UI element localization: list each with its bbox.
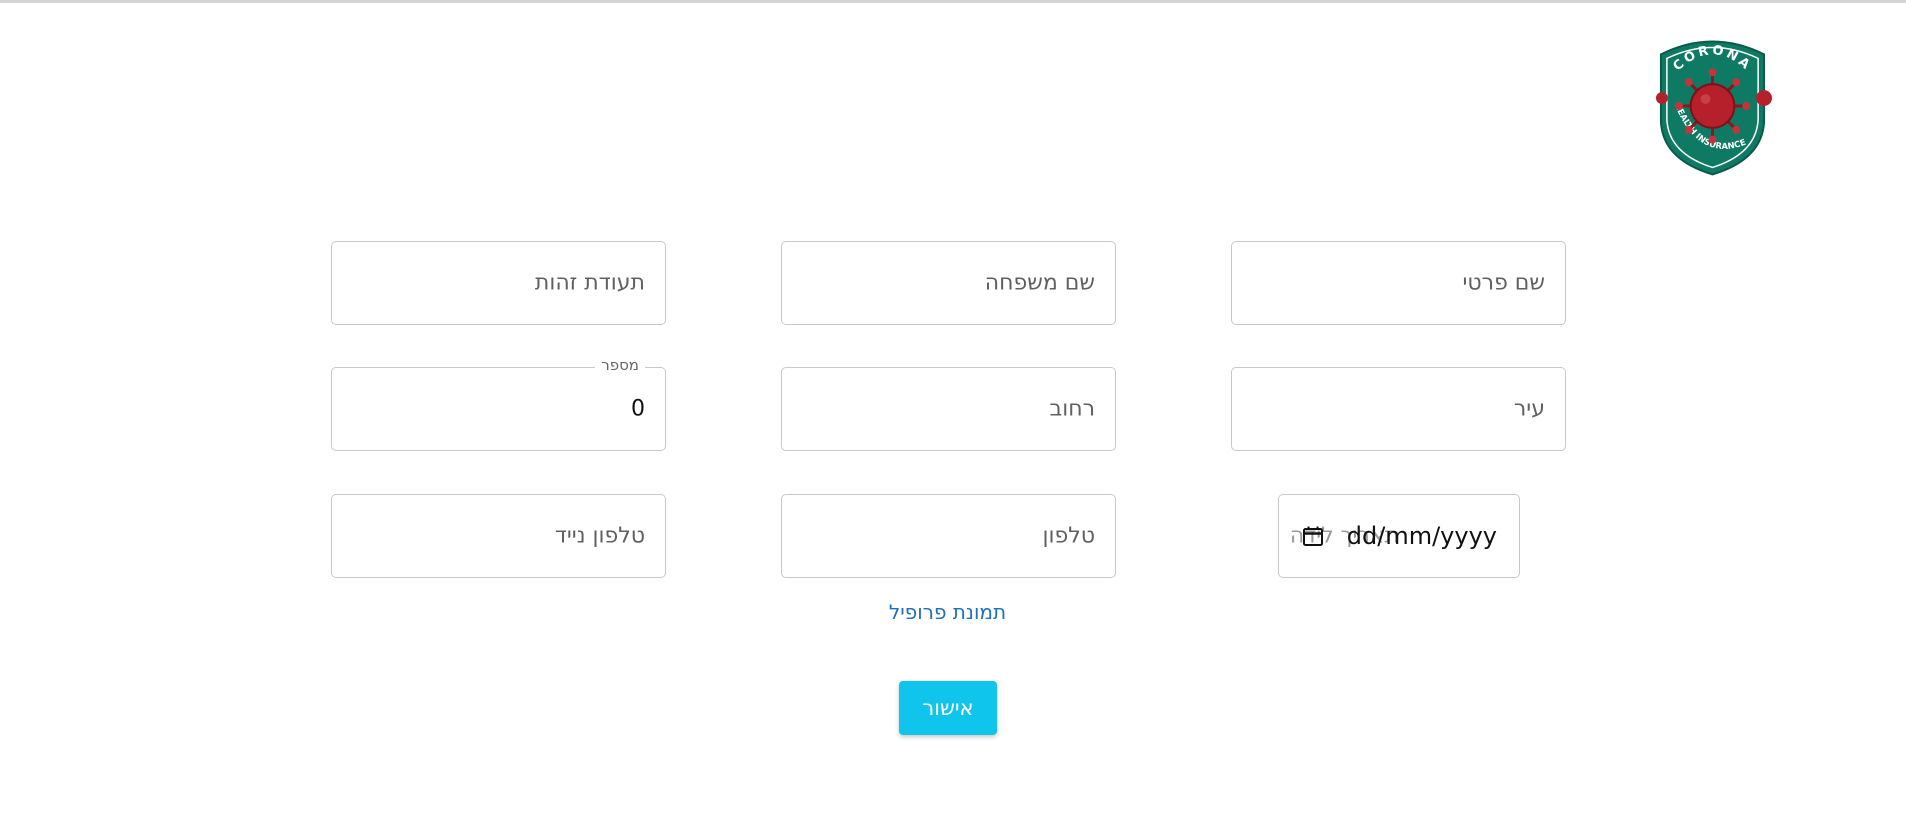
house-number-value: 0 [631, 396, 645, 422]
street-placeholder: רחוב [1049, 396, 1095, 422]
first-name-placeholder: שם פרטי [1462, 270, 1545, 296]
last-name-placeholder: שם משפחה [984, 270, 1095, 296]
mobile-phone-placeholder: טלפון נייד [554, 523, 645, 549]
top-border [0, 0, 1906, 3]
profile-picture-link[interactable]: תמונת פרופיל [840, 600, 1055, 624]
street-field[interactable]: רחוב [781, 367, 1116, 451]
city-placeholder: עיר [1513, 396, 1545, 422]
birth-date-field[interactable]: תאריך לידה dd/mm/yyyy [1278, 494, 1520, 578]
house-number-field[interactable]: מספר 0 [331, 356, 666, 451]
house-number-label: מספר [595, 356, 645, 374]
phone-field[interactable]: טלפון [781, 494, 1116, 578]
mobile-phone-field[interactable]: טלפון נייד [331, 494, 666, 578]
id-number-field[interactable]: תעודת זהות [331, 241, 666, 325]
city-field[interactable]: עיר [1231, 367, 1566, 451]
submit-button[interactable]: אישור [899, 681, 997, 735]
phone-placeholder: טלפון [1042, 523, 1096, 549]
birth-date-value: dd/mm/yyyy [1346, 522, 1497, 550]
corona-health-insurance-logo: CORONA HEALTH INSURANCE [1655, 40, 1772, 176]
first-name-field[interactable]: שם פרטי [1231, 241, 1566, 325]
last-name-field[interactable]: שם משפחה [781, 241, 1116, 325]
id-number-placeholder: תעודת זהות [534, 270, 645, 296]
calendar-icon[interactable] [1302, 525, 1324, 547]
